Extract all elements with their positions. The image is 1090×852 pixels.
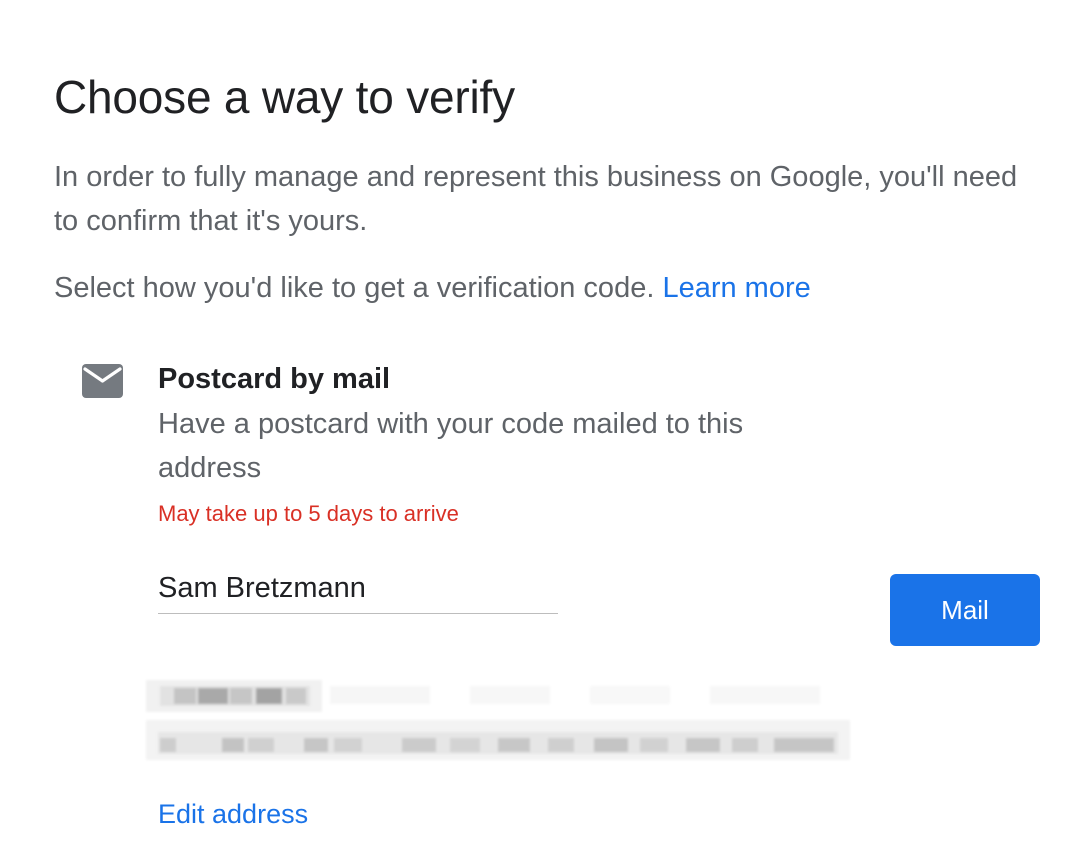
recipient-name-input[interactable] [158, 564, 558, 614]
learn-more-link[interactable]: Learn more [662, 272, 810, 304]
edit-address-link[interactable]: Edit address [158, 796, 308, 832]
mail-button[interactable]: Mail [890, 574, 1040, 646]
redacted-address [110, 676, 870, 776]
option-description: Have a postcard with your code mailed to… [158, 408, 744, 484]
verification-page: Choose a way to verify In order to fully… [0, 0, 1090, 852]
page-title: Choose a way to verify [54, 71, 515, 123]
intro-text: In order to fully manage and represent t… [54, 161, 1018, 237]
select-prompt: Select how you'd like to get a verificat… [54, 266, 811, 310]
select-prompt-text: Select how you'd like to get a verificat… [54, 272, 655, 304]
option-title: Postcard by mail [158, 363, 391, 395]
delivery-warning: May take up to 5 days to arrive [158, 501, 459, 526]
mail-icon [82, 364, 123, 398]
